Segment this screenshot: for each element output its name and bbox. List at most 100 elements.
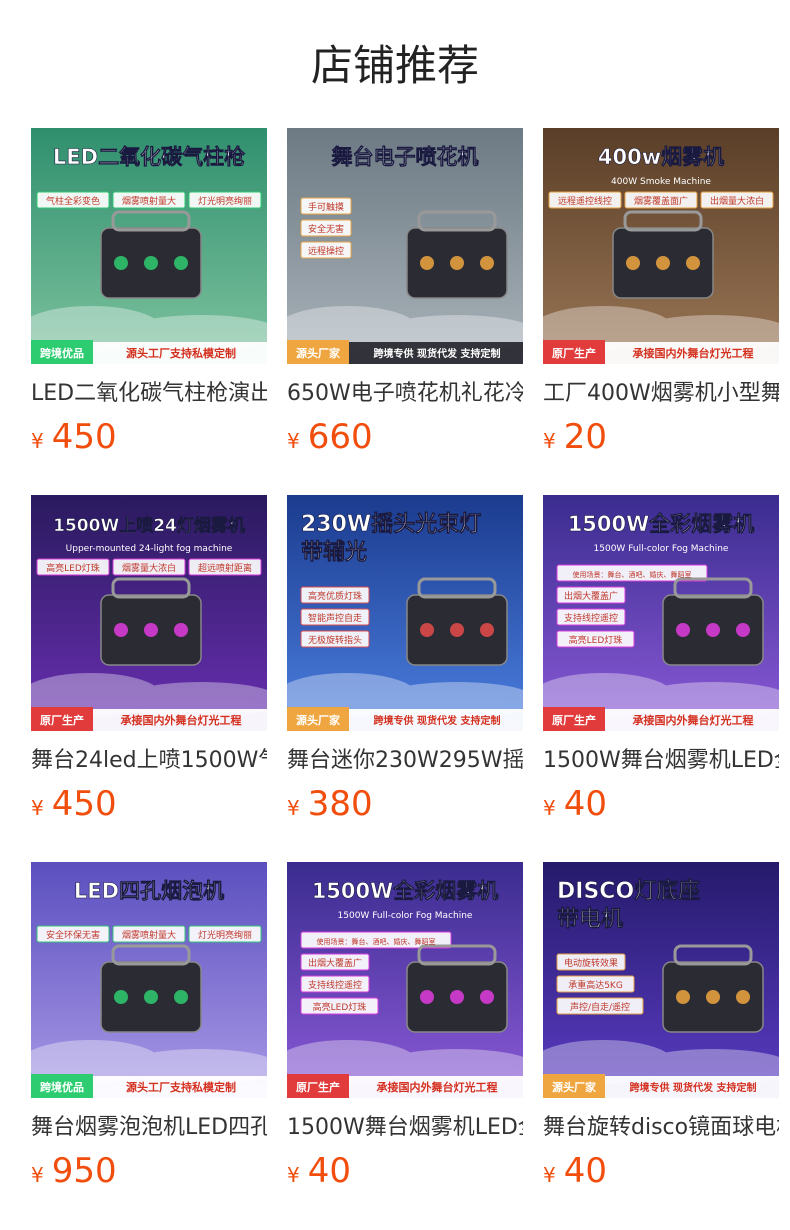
- product-image[interactable]: 1500W全彩烟雾机 1500W Full-color Fog Machine 使用…: [287, 862, 523, 1098]
- product-name[interactable]: 舞台24led上喷1500W气柱烟雾机: [31, 745, 267, 777]
- svg-text:声控/自走/遥控: 声控/自走/遥控: [570, 1001, 630, 1013]
- product-card[interactable]: LED二氧化碳气柱枪气柱全彩变色 烟雾喷射量大 灯光明亮绚丽跨境优品 源头工厂支持私模…: [31, 128, 267, 458]
- svg-text:烟雾量大浓白: 烟雾量大浓白: [122, 562, 176, 574]
- svg-text:安全无害: 安全无害: [308, 223, 344, 235]
- svg-text:手可触摸: 手可触摸: [308, 201, 344, 213]
- currency-symbol: ¥: [287, 1163, 300, 1187]
- currency-symbol: ¥: [31, 796, 44, 820]
- svg-text:1500W全彩烟雾机: 1500W全彩烟雾机: [312, 879, 499, 903]
- product-name[interactable]: 650W电子喷花机礼花冷焰火机: [287, 378, 523, 410]
- svg-text:高亮优质灯珠: 高亮优质灯珠: [308, 590, 362, 602]
- image-footer-banner: 跨境优品 源头工厂支持私模定制: [31, 1074, 267, 1098]
- product-card[interactable]: 1500W上喷24灯烟雾机 Upper-mounted 24-light fog …: [31, 495, 267, 825]
- svg-text:跨境专供 现货代发 支持定制: 跨境专供 现货代发 支持定制: [630, 1081, 757, 1094]
- feature-chips: 高亮优质灯珠智能声控自走无极旋转指头: [300, 586, 370, 648]
- product-name[interactable]: LED二氧化碳气柱枪演出舞台气柱喷射枪: [31, 378, 267, 410]
- svg-text:1500W Full-color Fog Machine: 1500W Full-color Fog Machine: [338, 911, 473, 921]
- svg-text:400w烟雾机: 400w烟雾机: [598, 145, 724, 169]
- product-image[interactable]: 舞台电子喷花机 手可触摸 安全无害 远程操控 源头厂家 跨境专供 现货代发 支持定制: [287, 128, 523, 364]
- svg-text:带辅光: 带辅光: [301, 539, 367, 565]
- image-footer-banner: 原厂生产 承接国内外舞台灯光工程: [543, 707, 779, 731]
- product-card[interactable]: 舞台电子喷花机 手可触摸 安全无害 远程操控 源头厂家 跨境专供 现货代发 支持定制 650…: [287, 128, 523, 458]
- svg-text:承接国内外舞台灯光工程: 承接国内外舞台灯光工程: [633, 346, 754, 360]
- svg-text:230W摇头光束灯: 230W摇头光束灯: [301, 511, 481, 537]
- svg-text:承重高达5KG: 承重高达5KG: [568, 979, 623, 991]
- svg-text:原厂生产: 原厂生产: [296, 1080, 340, 1094]
- product-name[interactable]: 舞台旋转disco镜面球电机底座: [543, 1112, 779, 1144]
- svg-text:源头工厂支持私模定制: 源头工厂支持私模定制: [126, 346, 236, 360]
- product-price: ¥450: [31, 783, 267, 825]
- product-price: ¥450: [31, 416, 267, 458]
- product-card[interactable]: 1500W全彩烟雾机 1500W Full-color Fog Machine 使用…: [287, 862, 523, 1192]
- product-price: ¥660: [287, 416, 523, 458]
- svg-text:高亮LED灯珠: 高亮LED灯珠: [46, 562, 100, 574]
- svg-text:出烟大覆盖广: 出烟大覆盖广: [308, 957, 362, 969]
- feature-chips: 手可触摸安全无害远程操控: [300, 197, 352, 259]
- product-card[interactable]: 1500W全彩烟雾机 1500W Full-color Fog Machine 使用…: [543, 495, 779, 825]
- svg-text:源头厂家: 源头厂家: [296, 713, 341, 727]
- product-price: ¥40: [543, 783, 779, 825]
- svg-text:400W Smoke Machine: 400W Smoke Machine: [611, 177, 711, 187]
- svg-text:气柱全彩变色: 气柱全彩变色: [46, 195, 100, 207]
- product-image[interactable]: DISCO灯底座 带电机 电动旋转效果 承重高达5KG 声控/自走/遥控 源头厂家 跨境专供…: [543, 862, 779, 1098]
- product-image[interactable]: 230W摇头光束灯 带辅光高亮优质灯珠 智能声控自走 无极旋转指头源头厂家 跨境专供 现…: [287, 495, 523, 731]
- product-image[interactable]: LED二氧化碳气柱枪气柱全彩变色 烟雾喷射量大 灯光明亮绚丽跨境优品 源头工厂支持私模…: [31, 128, 267, 364]
- product-card[interactable]: 400w烟雾机 400W Smoke Machine 远程遥控线控 烟雾覆盖面广 出烟量…: [543, 128, 779, 458]
- svg-text:LED四孔烟泡机: LED四孔烟泡机: [74, 879, 224, 903]
- product-name[interactable]: 舞台烟雾泡泡机LED四孔烟泡机: [31, 1112, 267, 1144]
- image-footer-banner: 源头厂家 跨境专供 现货代发 支持定制: [543, 1074, 779, 1098]
- svg-text:出烟大覆盖广: 出烟大覆盖广: [564, 590, 618, 602]
- svg-text:跨境专供 现货代发 支持定制: 跨境专供 现货代发 支持定制: [374, 714, 501, 727]
- svg-text:支持线控遥控: 支持线控遥控: [308, 979, 362, 991]
- feature-chips: 高亮LED灯珠 烟雾量大浓白 超远喷射距离: [36, 558, 262, 576]
- section-title: 店铺推荐: [310, 41, 479, 90]
- svg-text:灯光明亮绚丽: 灯光明亮绚丽: [198, 195, 252, 207]
- currency-symbol: ¥: [287, 429, 300, 453]
- svg-text:跨境优品: 跨境优品: [40, 1080, 84, 1094]
- product-card[interactable]: LED四孔烟泡机安全环保无害 烟雾喷射量大 灯光明亮绚丽跨境优品 源头工厂支持私模定制…: [31, 862, 267, 1192]
- product-image[interactable]: 1500W上喷24灯烟雾机 Upper-mounted 24-light fog …: [31, 495, 267, 731]
- svg-text:远程遥控线控: 远程遥控线控: [558, 195, 612, 207]
- price-value: 950: [51, 1151, 117, 1191]
- price-value: 660: [307, 417, 373, 457]
- product-price: ¥20: [543, 416, 779, 458]
- svg-text:DISCO灯底座: DISCO灯底座: [557, 878, 700, 904]
- svg-text:跨境优品: 跨境优品: [40, 346, 84, 360]
- svg-text:承接国内外舞台灯光工程: 承接国内外舞台灯光工程: [633, 713, 754, 727]
- svg-text:1500W上喷24灯烟雾机: 1500W上喷24灯烟雾机: [53, 515, 245, 536]
- image-footer-banner: 跨境优品 源头工厂支持私模定制: [31, 340, 267, 364]
- product-name[interactable]: 舞台迷你230W295W摇头光束灯: [287, 745, 523, 777]
- svg-text:电动旋转效果: 电动旋转效果: [564, 957, 618, 969]
- svg-text:高亮LED灯珠: 高亮LED灯珠: [569, 634, 623, 646]
- product-name[interactable]: 工厂400W烟雾机小型舞台烟机: [543, 378, 779, 410]
- feature-chips: 安全环保无害 烟雾喷射量大 灯光明亮绚丽: [36, 925, 262, 943]
- price-value: 40: [563, 784, 607, 824]
- svg-text:LED二氧化碳气柱枪: LED二氧化碳气柱枪: [53, 145, 245, 169]
- image-headline: LED四孔烟泡机: [74, 879, 225, 904]
- svg-text:原厂生产: 原厂生产: [552, 346, 596, 360]
- svg-text:承接国内外舞台灯光工程: 承接国内外舞台灯光工程: [121, 713, 242, 727]
- product-card[interactable]: 230W摇头光束灯 带辅光高亮优质灯珠 智能声控自走 无极旋转指头源头厂家 跨境专供 现…: [287, 495, 523, 825]
- svg-text:灯光明亮绚丽: 灯光明亮绚丽: [198, 929, 252, 941]
- currency-symbol: ¥: [31, 1163, 44, 1187]
- product-price: ¥40: [287, 1150, 523, 1192]
- product-price: ¥40: [543, 1150, 779, 1192]
- product-image[interactable]: 400w烟雾机 400W Smoke Machine 远程遥控线控 烟雾覆盖面广 出烟量…: [543, 128, 779, 364]
- product-name[interactable]: 1500W舞台烟雾机LED全彩烟机: [287, 1112, 523, 1144]
- svg-text:源头厂家: 源头厂家: [552, 1080, 597, 1094]
- price-value: 380: [307, 784, 373, 824]
- svg-text:烟雾覆盖面广: 烟雾覆盖面广: [634, 195, 688, 207]
- svg-text:1500W全彩烟雾机: 1500W全彩烟雾机: [568, 512, 755, 536]
- image-headline: 舞台电子喷花机: [331, 145, 479, 170]
- currency-symbol: ¥: [287, 796, 300, 820]
- product-image[interactable]: LED四孔烟泡机安全环保无害 烟雾喷射量大 灯光明亮绚丽跨境优品 源头工厂支持私模定制: [31, 862, 267, 1098]
- feature-chips: 气柱全彩变色 烟雾喷射量大 灯光明亮绚丽: [36, 191, 262, 209]
- product-card[interactable]: DISCO灯底座 带电机 电动旋转效果 承重高达5KG 声控/自走/遥控 源头厂家 跨境专供…: [543, 862, 779, 1192]
- feature-chips: 远程遥控线控 烟雾覆盖面广 出烟量大浓白: [548, 191, 774, 209]
- product-name[interactable]: 1500W舞台烟雾机LED全彩烟机: [543, 745, 779, 777]
- image-footer-banner: 原厂生产 承接国内外舞台灯光工程: [543, 340, 779, 364]
- image-headline: 1500W上喷24灯烟雾机 Upper-mounted 24-light fog …: [53, 515, 245, 554]
- product-image[interactable]: 1500W全彩烟雾机 1500W Full-color Fog Machine 使用…: [543, 495, 779, 731]
- svg-text:承接国内外舞台灯光工程: 承接国内外舞台灯光工程: [377, 1080, 498, 1094]
- price-value: 450: [51, 417, 117, 457]
